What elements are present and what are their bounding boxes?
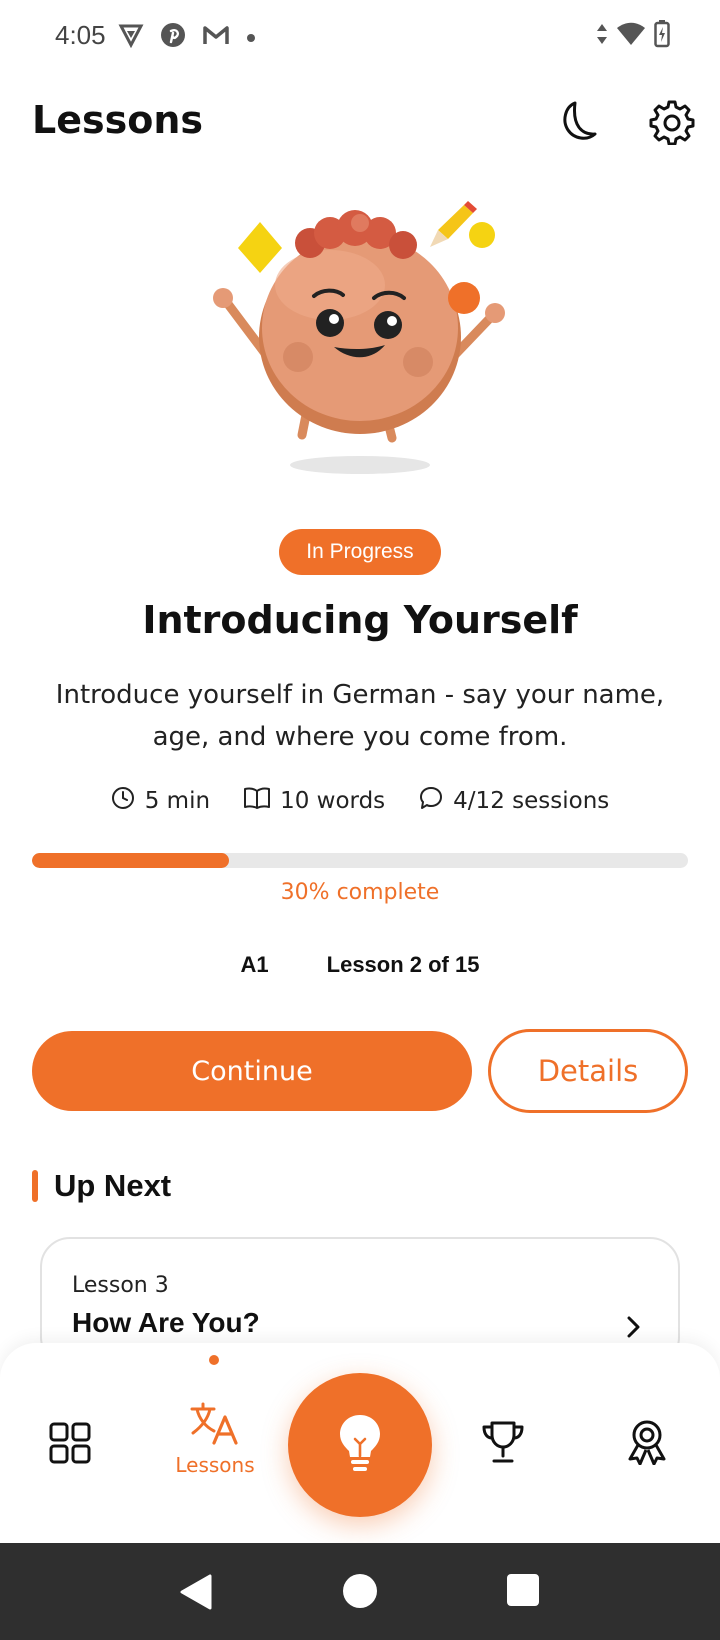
nav-trophy[interactable] — [480, 1419, 526, 1469]
up-next-heading: Up Next — [32, 1168, 171, 1204]
lesson-level-row: A1 Lesson 2 of 15 — [0, 952, 720, 978]
home-circle-icon[interactable] — [342, 1573, 378, 1613]
trophy-icon — [480, 1419, 526, 1469]
next-lesson-number: Lesson 3 — [72, 1273, 169, 1298]
chevron-right-icon — [626, 1315, 642, 1343]
notification-icons — [118, 22, 256, 52]
duration-meta: 5 min — [111, 786, 210, 816]
dot-icon — [246, 28, 256, 47]
page-title: Lessons — [32, 98, 203, 142]
level-label: A1 — [240, 952, 269, 977]
pinterest-icon — [160, 22, 186, 52]
duration-text: 5 min — [144, 788, 211, 814]
nav-lessons-label: Lessons — [175, 1453, 255, 1477]
bottom-nav: Lessons — [0, 1343, 720, 1543]
vpn-shield-icon — [118, 22, 144, 52]
translate-icon — [190, 1401, 240, 1449]
continue-button[interactable]: Continue — [32, 1031, 472, 1111]
back-icon[interactable] — [178, 1573, 214, 1615]
sessions-text: 4/12 sessions — [453, 788, 610, 814]
grid-icon — [48, 1421, 92, 1469]
progress-fill — [32, 853, 229, 868]
data-arrows-icon — [596, 22, 608, 50]
progress-bar — [32, 853, 688, 868]
lightbulb-icon — [337, 1413, 383, 1477]
gear-icon — [649, 99, 695, 149]
words-text: 10 words — [280, 788, 386, 814]
clock-icon — [111, 786, 135, 816]
nav-home[interactable] — [48, 1421, 92, 1469]
theme-toggle-button[interactable] — [550, 98, 602, 150]
lesson-title: Introducing Yourself — [142, 598, 578, 642]
status-badge: In Progress — [279, 529, 441, 575]
status-time: 4:05 — [55, 20, 106, 50]
recents-square-icon[interactable] — [506, 1573, 540, 1611]
system-icons — [596, 20, 670, 52]
settings-button[interactable] — [646, 98, 698, 150]
next-lesson-title: How Are You? — [72, 1307, 260, 1338]
battery-charging-icon — [654, 20, 670, 52]
sessions-meta: 4/12 sessions — [419, 786, 609, 816]
app-header: Lessons — [0, 90, 720, 160]
nav-center-button[interactable] — [288, 1373, 432, 1517]
progress-label: 30% complete — [280, 880, 440, 905]
gmail-icon — [202, 24, 230, 50]
mascot-illustration — [210, 195, 510, 480]
lesson-meta: 5 min 10 words 4/12 sessions — [0, 786, 720, 816]
active-indicator-dot — [209, 1355, 219, 1365]
award-ribbon-icon — [624, 1419, 670, 1469]
nav-awards[interactable] — [624, 1419, 670, 1469]
lesson-position: Lesson 2 of 15 — [326, 952, 480, 977]
words-meta: 10 words — [244, 786, 385, 816]
status-bar: 4:05 — [0, 0, 720, 74]
section-accent-bar — [32, 1170, 38, 1202]
system-nav-bar — [0, 1543, 720, 1640]
wifi-icon — [616, 22, 646, 50]
nav-lessons[interactable]: Lessons — [170, 1401, 260, 1477]
section-title: Up Next — [54, 1168, 172, 1203]
chat-bubble-icon — [419, 786, 443, 816]
moon-icon — [553, 99, 599, 149]
details-button[interactable]: Details — [488, 1029, 688, 1113]
lesson-description: Introduce yourself in German - say your … — [55, 680, 665, 752]
book-icon — [244, 786, 271, 816]
